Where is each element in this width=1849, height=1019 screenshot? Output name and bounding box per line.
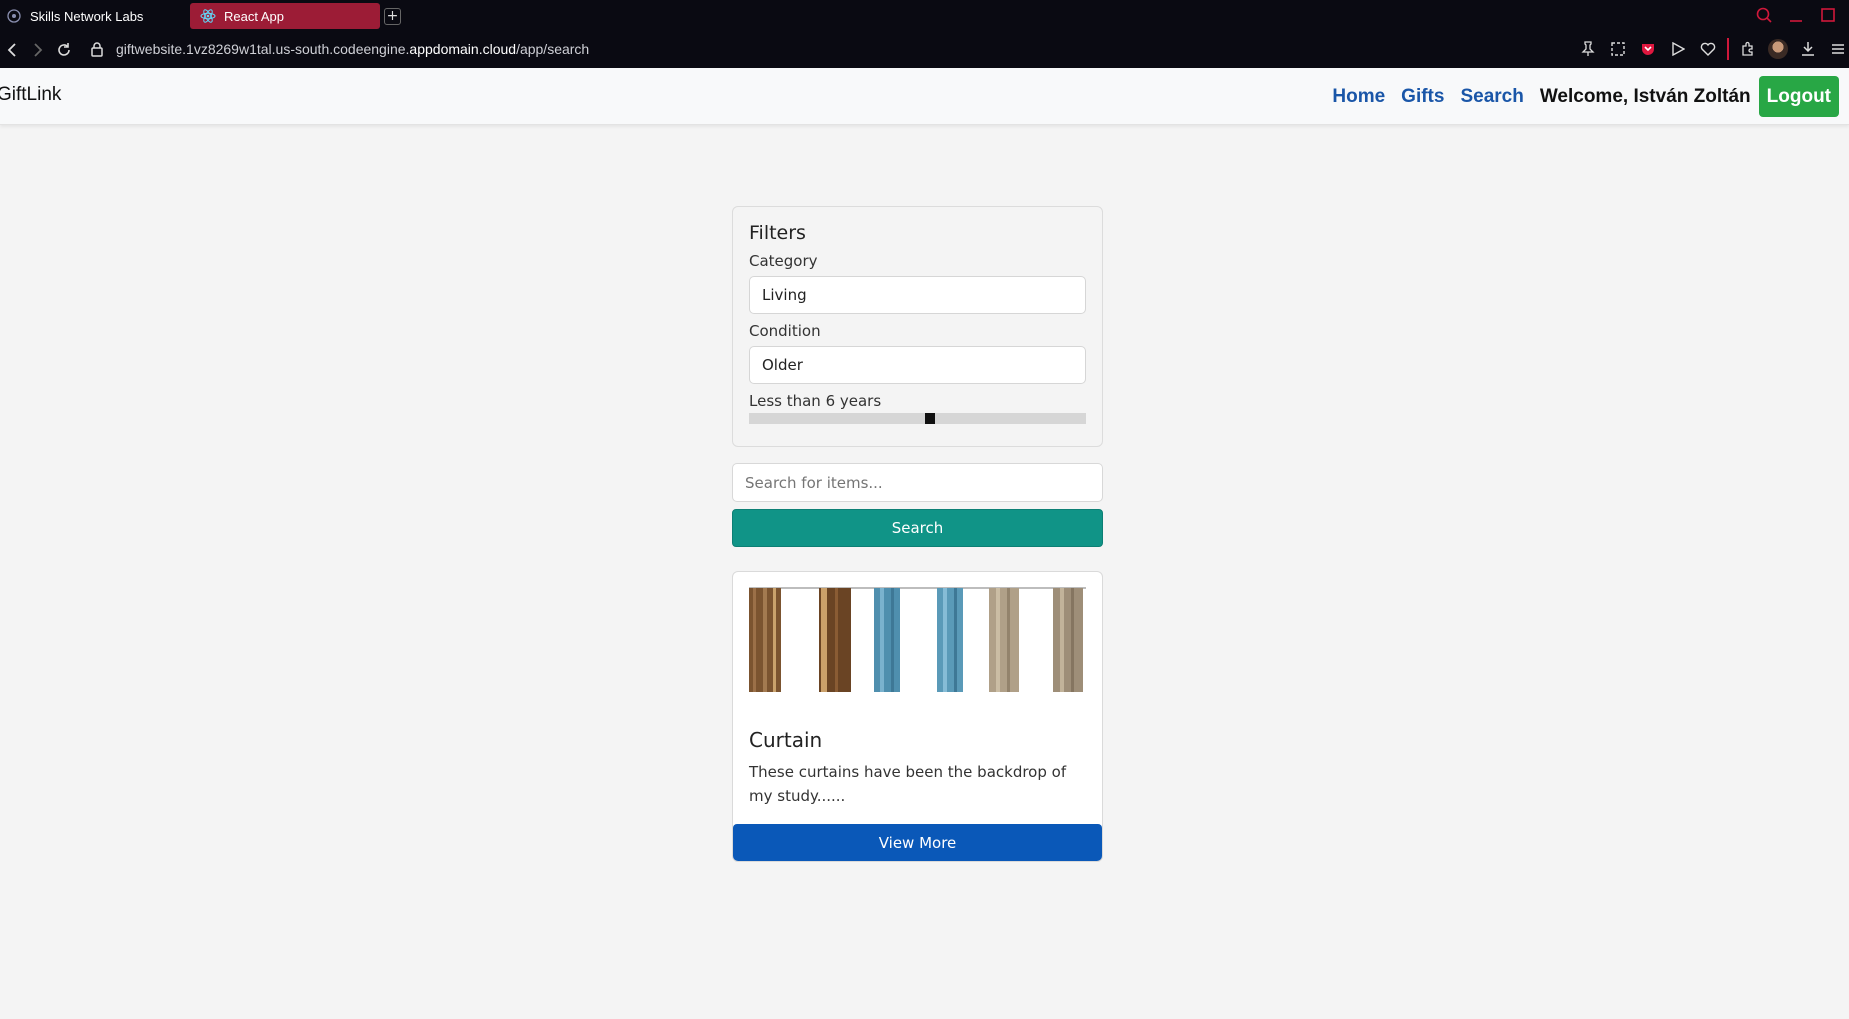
skills-network-icon (6, 8, 22, 24)
search-button[interactable]: Search (732, 509, 1103, 547)
back-icon[interactable] (2, 40, 22, 60)
url-field[interactable]: giftwebsite.1vz8269w1tal.us-south.codeen… (116, 41, 589, 57)
nav-gifts-link[interactable]: Gifts (1401, 86, 1444, 108)
download-icon[interactable] (1797, 38, 1819, 60)
extensions-icon[interactable] (1737, 38, 1759, 60)
app-navbar: GiftLink Home Gifts Search Welcome, Istv… (0, 68, 1849, 125)
toolbar-separator (1727, 38, 1729, 60)
age-range-thumb[interactable] (925, 413, 935, 424)
pocket-icon[interactable] (1637, 38, 1659, 60)
url-path: /app/search (516, 41, 590, 57)
tab-title: React App (224, 8, 284, 24)
result-title: Curtain (749, 728, 823, 752)
logout-button[interactable]: Logout (1758, 76, 1839, 117)
nav-search-link[interactable]: Search (1460, 86, 1523, 108)
browser-tab-bar: Skills Network Labs React App + (0, 0, 1849, 32)
tab-skills-network[interactable]: Skills Network Labs (0, 3, 185, 29)
brand-logo[interactable]: GiftLink (0, 84, 61, 106)
category-label: Category (749, 252, 818, 270)
age-range-label: Less than 6 years (749, 392, 882, 410)
reload-icon[interactable] (54, 40, 74, 60)
screenshot-icon[interactable] (1607, 38, 1629, 60)
maximize-icon[interactable] (1819, 6, 1837, 28)
tab-react-app[interactable]: React App (190, 3, 380, 29)
new-tab-button[interactable]: + (384, 8, 401, 25)
url-domain: appdomain.cloud (409, 41, 517, 57)
category-select[interactable]: Living (749, 276, 1086, 314)
react-icon (200, 8, 216, 24)
result-description: These curtains have been the backdrop of… (749, 763, 1067, 805)
browser-address-bar: giftwebsite.1vz8269w1tal.us-south.codeen… (0, 32, 1849, 68)
age-range-slider[interactable] (749, 413, 1086, 424)
nav-home-link[interactable]: Home (1332, 86, 1385, 108)
menu-icon[interactable] (1827, 38, 1849, 60)
nav-links: Home Gifts Search Welcome, István Zoltán… (1332, 76, 1839, 117)
search-input[interactable] (732, 463, 1103, 502)
avatar[interactable] (1767, 38, 1789, 60)
minimize-icon[interactable] (1787, 6, 1805, 28)
play-icon[interactable] (1667, 38, 1689, 60)
view-more-button[interactable]: View More (733, 824, 1102, 861)
heart-icon[interactable] (1697, 38, 1719, 60)
pin-icon[interactable] (1577, 38, 1599, 60)
url-prefix: giftwebsite.1vz8269w1tal.us-south.codeen… (116, 41, 410, 57)
condition-select[interactable]: Older (749, 346, 1086, 384)
tab-title: Skills Network Labs (30, 8, 144, 24)
filters-title: Filters (749, 222, 806, 244)
browser-toolbar-icons (1577, 38, 1849, 60)
result-card: Curtain These curtains have been the bac… (732, 571, 1103, 862)
lock-icon[interactable] (90, 41, 104, 61)
curtain-image (749, 587, 1086, 692)
forward-icon[interactable] (28, 40, 48, 60)
condition-label: Condition (749, 322, 821, 340)
window-controls (1755, 6, 1837, 28)
welcome-message: Welcome, István Zoltán (1539, 85, 1751, 107)
search-tabs-icon[interactable] (1755, 6, 1773, 28)
filters-panel: Filters Category Living Condition Older … (732, 206, 1103, 447)
